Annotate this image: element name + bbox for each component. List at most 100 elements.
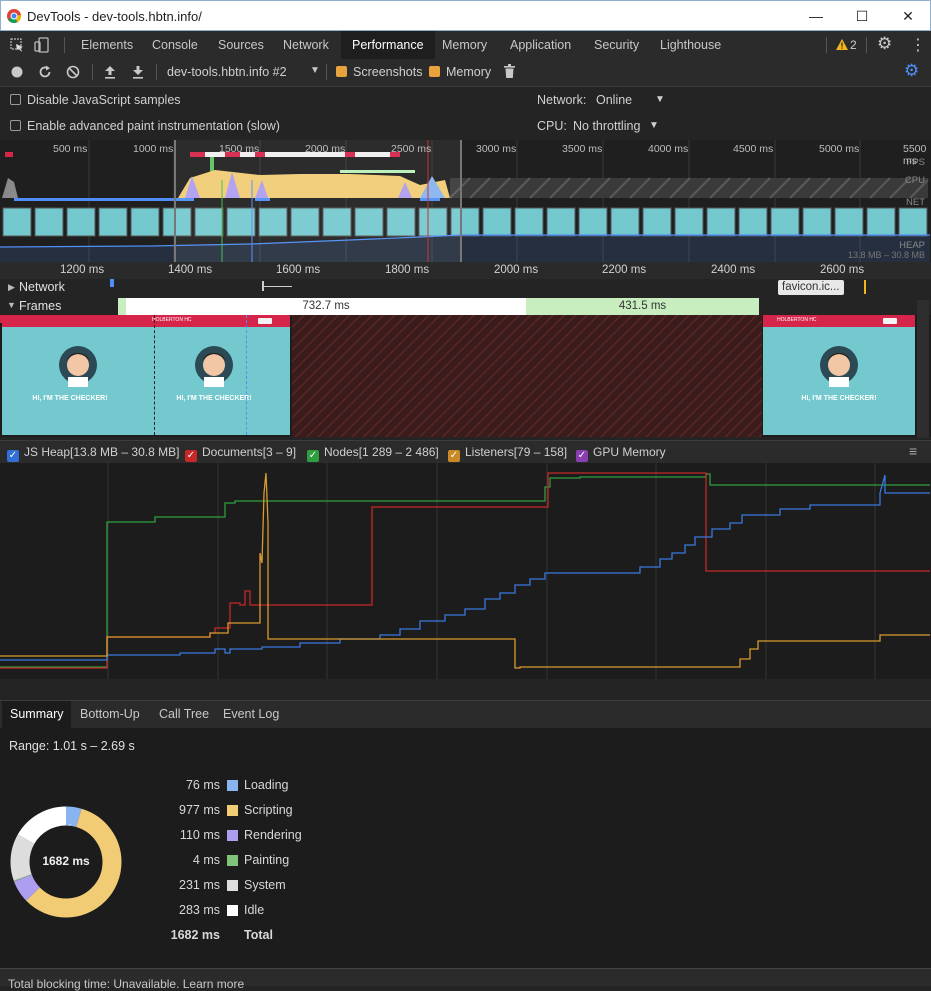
toolbar-divider	[866, 37, 867, 53]
total-blocking-time: Total blocking time: Unavailable. Learn …	[8, 977, 245, 991]
clear-icon[interactable]	[66, 65, 80, 79]
capture-settings-gear-icon[interactable]: ⚙	[904, 61, 919, 81]
loading-value: 76 ms	[185, 778, 220, 792]
timeline-ruler	[0, 262, 931, 280]
hatched-idle-area	[292, 315, 762, 437]
maximize-icon[interactable]: ☐	[839, 1, 885, 31]
overview-selection-window[interactable]	[174, 140, 462, 262]
total-value: 1682 ms	[170, 928, 220, 942]
close-icon[interactable]: ✕	[885, 1, 931, 31]
record-icon[interactable]	[11, 66, 23, 78]
overview-tick: 1000 ms	[133, 143, 174, 155]
network-request-bar[interactable]	[110, 279, 114, 287]
tab-security[interactable]: Security	[594, 31, 639, 59]
screenshots-checkbox[interactable]	[336, 66, 347, 77]
collapse-arrow-icon[interactable]: ▼	[7, 300, 16, 310]
vertical-scrollbar[interactable]	[917, 300, 929, 438]
trash-icon[interactable]	[504, 64, 515, 78]
network-request-bar[interactable]	[262, 286, 292, 287]
inspect-element-icon[interactable]	[10, 38, 24, 52]
device-toolbar-icon[interactable]	[34, 37, 50, 53]
frame-block[interactable]	[118, 298, 126, 315]
documents-toggle[interactable]: ✓ Documents[3 – 9]	[185, 445, 296, 462]
ruler-tick: 1600 ms	[276, 264, 321, 276]
screenshot-headline: HI, I'M THE CHECKER!	[32, 395, 108, 402]
minimize-icon[interactable]: —	[793, 1, 839, 31]
nodes-label: Nodes[1 289 – 2 486]	[324, 445, 439, 459]
painting-value: 4 ms	[192, 853, 220, 867]
gpu-memory-toggle[interactable]: ✓ GPU Memory	[576, 445, 666, 462]
tab-network[interactable]: Network	[283, 31, 329, 59]
profile-select[interactable]: dev-tools.hbtn.info #2	[167, 65, 287, 79]
tab-event-log[interactable]: Event Log	[223, 701, 279, 728]
timeline-overview[interactable]: FPS CPU NET HEAP 13.8 MB – 30.8 MB	[0, 140, 931, 262]
checkbox-checked-icon[interactable]: ✓	[448, 450, 460, 462]
total-label: Total	[244, 928, 273, 942]
warnings-count[interactable]: 2	[850, 38, 857, 52]
window-title: DevTools - dev-tools.hbtn.info/	[27, 9, 202, 24]
tab-elements[interactable]: Elements	[81, 31, 133, 59]
system-value: 231 ms	[179, 878, 220, 892]
frame-screenshot[interactable]: HOLBERTON HC HI, I'M THE CHECKER!	[763, 315, 915, 435]
chrome-logo-icon	[7, 9, 21, 23]
capture-settings-pane: Disable JavaScript samples Enable advanc…	[0, 87, 931, 141]
checkbox-checked-icon[interactable]: ✓	[576, 450, 588, 462]
disable-js-samples-checkbox[interactable]	[10, 94, 21, 105]
more-menu-icon[interactable]: ⋮	[910, 35, 926, 55]
tab-memory[interactable]: Memory	[442, 31, 487, 59]
toolbar-divider	[326, 64, 327, 80]
checkbox-checked-icon[interactable]: ✓	[307, 450, 319, 462]
chevron-down-icon[interactable]: ▼	[649, 120, 659, 131]
overview-tick: 4000 ms	[648, 143, 689, 155]
tab-summary[interactable]: Summary	[2, 701, 72, 728]
checkbox-checked-icon[interactable]: ✓	[7, 450, 19, 462]
cpu-throttle-select[interactable]: No throttling	[573, 119, 640, 133]
tab-console[interactable]: Console	[152, 31, 198, 59]
ruler-tick: 1200 ms	[60, 264, 105, 276]
expand-arrow-icon[interactable]: ▶	[8, 282, 15, 293]
tab-performance[interactable]: Performance	[341, 31, 435, 61]
js-heap-toggle[interactable]: ✓ JS Heap[13.8 MB – 30.8 MB]	[7, 445, 179, 462]
gear-icon[interactable]: ⚙	[877, 34, 892, 54]
frame-block[interactable]: 732.7 ms	[126, 298, 526, 315]
frame-screenshot[interactable]: HI, I'M THE CHECKER!	[2, 315, 138, 435]
screenshots-label: Screenshots	[353, 65, 423, 79]
network-request-whisker	[262, 281, 264, 291]
summary-pane: Range: 1.01 s – 2.69 s 1682 ms 76 ms Load…	[0, 728, 931, 968]
overview-tick: 4500 ms	[733, 143, 774, 155]
gpu-memory-label: GPU Memory	[593, 445, 666, 459]
overview-tick: 3500 ms	[562, 143, 603, 155]
tab-lighthouse[interactable]: Lighthouse	[660, 31, 721, 59]
network-track[interactable]: ▶ Network favicon.ic...	[0, 279, 931, 298]
advanced-paint-checkbox[interactable]	[10, 120, 21, 131]
performance-toolbar: dev-tools.hbtn.info #2 ▼ Screenshots Mem…	[0, 59, 931, 87]
tab-call-tree[interactable]: Call Tree	[159, 701, 209, 728]
screenshot-site-name: HOLBERTON HC	[152, 317, 192, 323]
tab-sources[interactable]: Sources	[218, 31, 264, 59]
frames-track-label: Frames	[19, 299, 62, 313]
nodes-toggle[interactable]: ✓ Nodes[1 289 – 2 486]	[307, 445, 439, 462]
chevron-down-icon[interactable]: ▼	[655, 94, 665, 105]
download-icon[interactable]	[132, 65, 144, 79]
reload-icon[interactable]	[38, 65, 52, 79]
network-request-favicon[interactable]: favicon.ic...	[778, 280, 844, 295]
listeners-toggle[interactable]: ✓ Listeners[79 – 158]	[448, 445, 567, 462]
ruler-tick: 1400 ms	[168, 264, 213, 276]
network-request-bar[interactable]	[864, 280, 866, 294]
warning-icon[interactable]	[836, 39, 848, 50]
network-throttle-select[interactable]: Online	[596, 93, 632, 107]
checkbox-checked-icon[interactable]: ✓	[185, 450, 197, 462]
memory-checkbox[interactable]	[429, 66, 440, 77]
frame-block[interactable]: 431.5 ms	[526, 298, 759, 315]
upload-icon[interactable]	[104, 65, 116, 79]
memory-counters-chart	[0, 463, 931, 679]
tab-application[interactable]: Application	[510, 31, 571, 59]
chevron-down-icon[interactable]: ▼	[310, 65, 320, 76]
frame-screenshot[interactable]: HOLBERTON HC HI, I'M THE CHECKER!	[138, 315, 290, 435]
devtools-tabbar: Elements Console Sources Network Perform…	[0, 31, 931, 61]
overview-tick: 1500 ms	[219, 143, 260, 155]
toolbar-divider	[64, 37, 65, 53]
ruler-tick: 2200 ms	[602, 264, 647, 276]
tab-bottom-up[interactable]: Bottom-Up	[80, 701, 140, 728]
hamburger-menu-icon[interactable]: ≡	[909, 443, 917, 459]
